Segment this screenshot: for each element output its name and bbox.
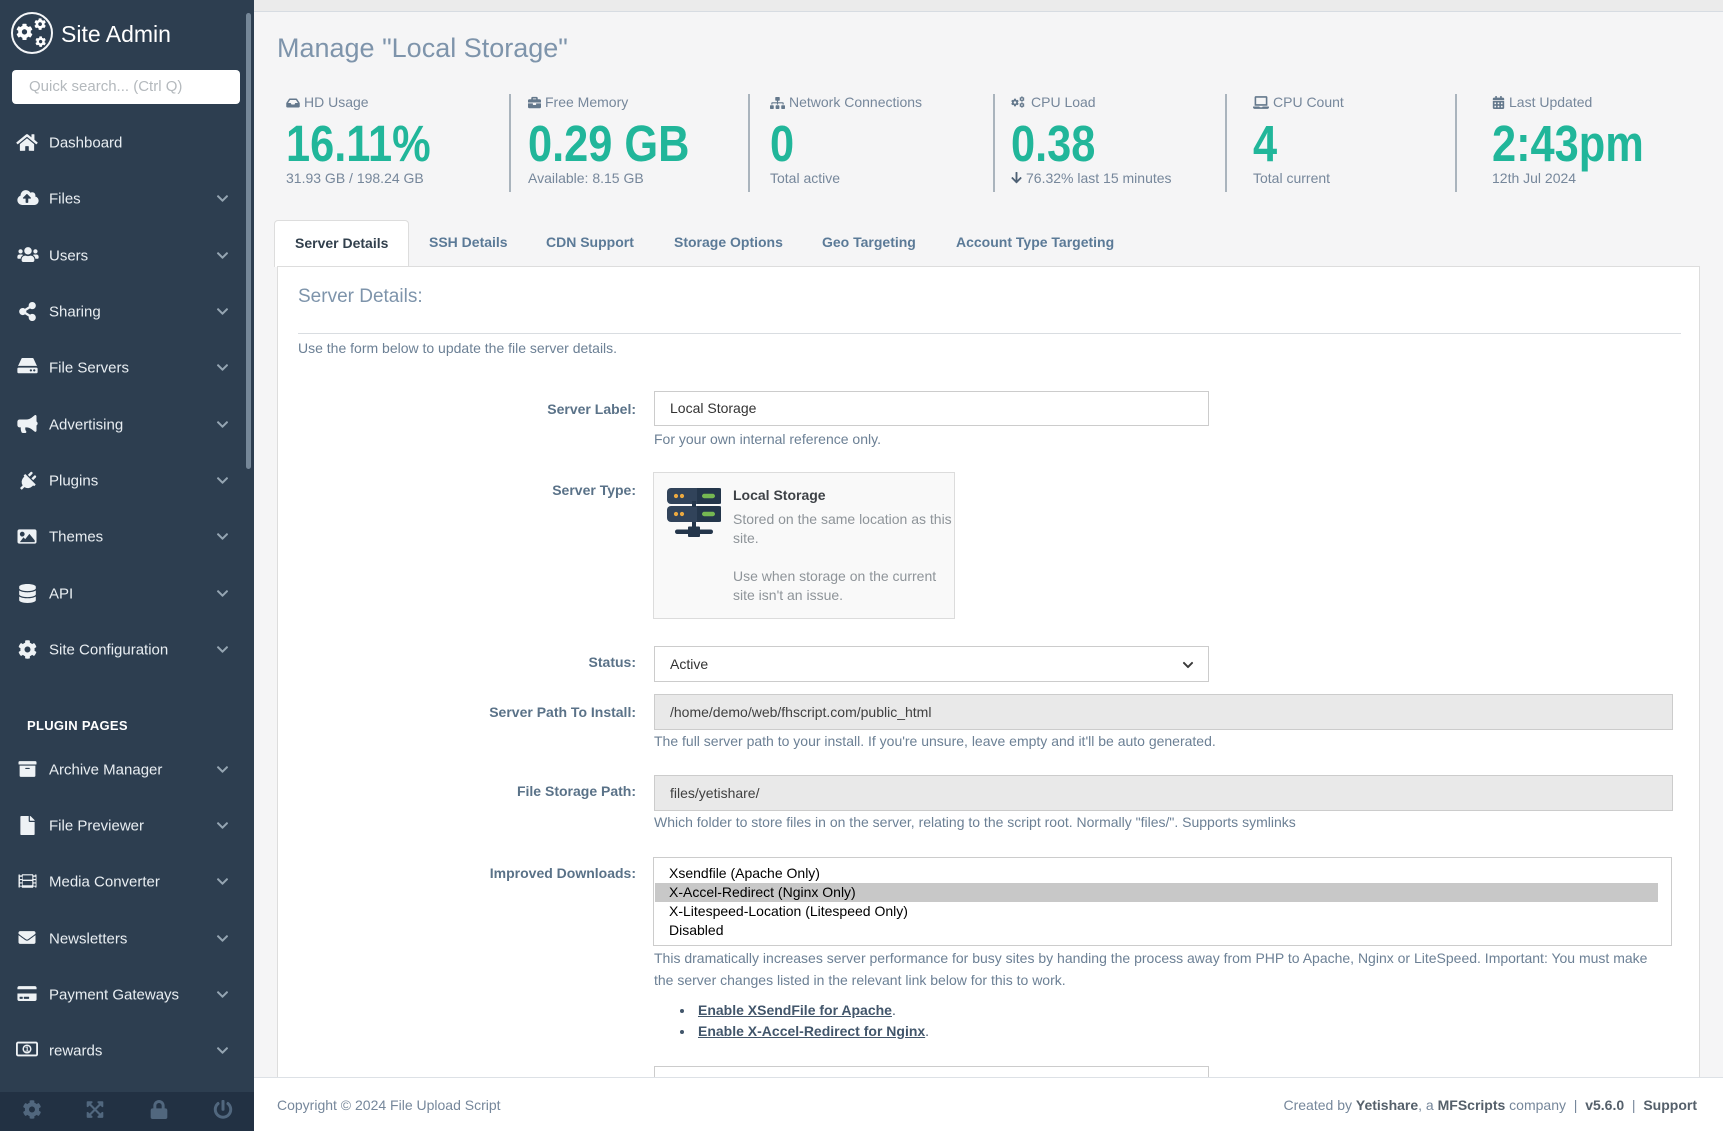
svg-text:1: 1 xyxy=(25,1045,29,1054)
